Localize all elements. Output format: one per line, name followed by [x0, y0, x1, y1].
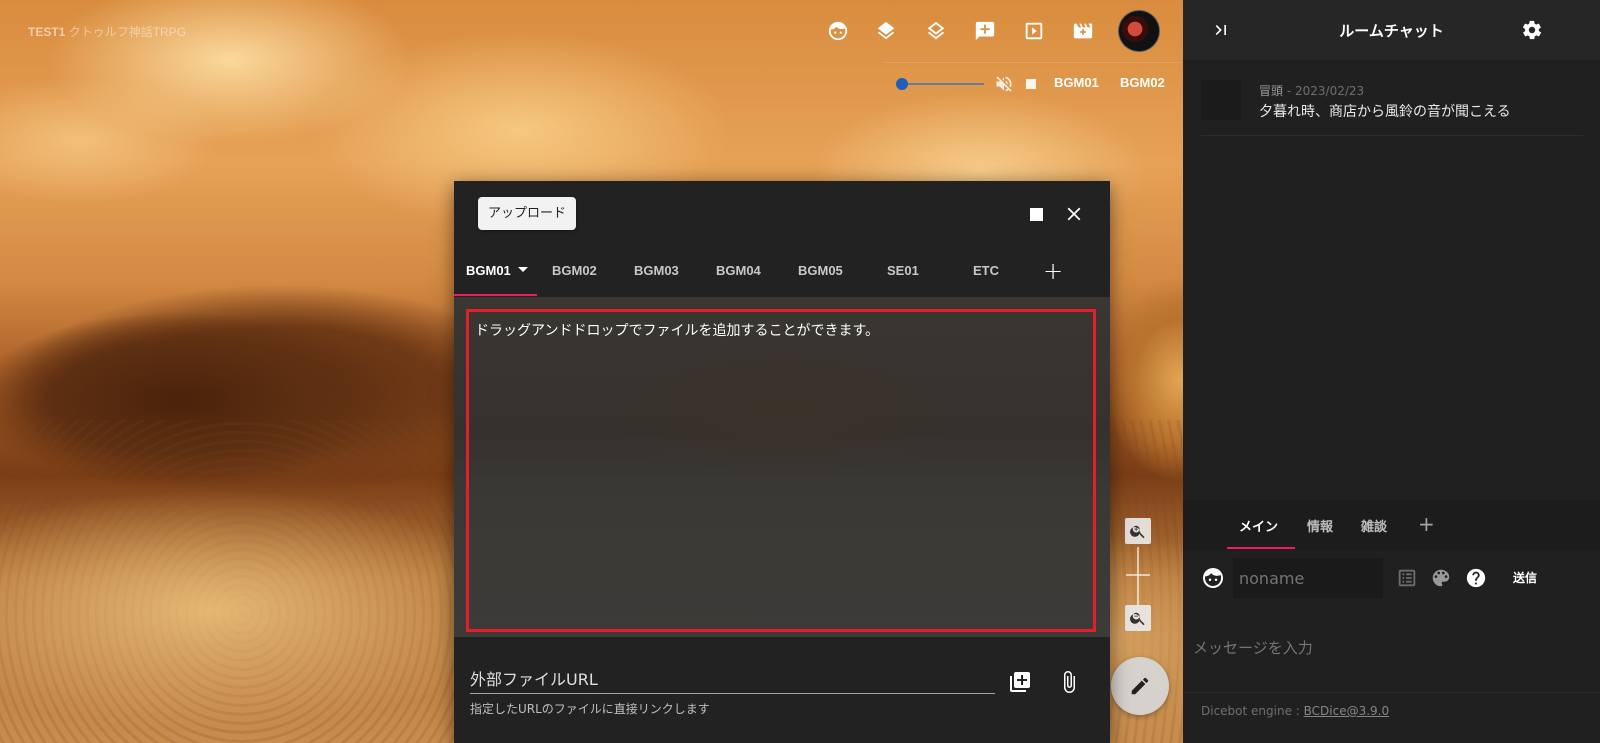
- close-icon[interactable]: [1063, 203, 1085, 225]
- gear-icon[interactable]: [1521, 19, 1543, 41]
- tab-etc[interactable]: ETC: [973, 263, 999, 278]
- zoom-in-button[interactable]: [1125, 518, 1151, 544]
- bgm-channel-2[interactable]: BGM02: [1120, 75, 1165, 90]
- character-name-field[interactable]: [1233, 558, 1383, 598]
- room-title: TEST1 クトゥルフ神話TRPG: [28, 23, 186, 40]
- room-chat-panel: ルームチャット 冒頭 - 2023/02/23 夕暮れ時、商店から風鈴の音が聞こ…: [1183, 0, 1600, 743]
- external-url-field[interactable]: [470, 666, 995, 694]
- volume-slider-knob[interactable]: [896, 78, 908, 90]
- user-avatar[interactable]: [1118, 10, 1160, 52]
- message-header: 冒頭 - 2023/02/23: [1259, 82, 1364, 99]
- room-name: クトゥルフ神話TRPG: [68, 25, 187, 39]
- message-text: 夕暮れ時、商店から風鈴の音が聞こえる: [1259, 104, 1511, 120]
- stop-icon[interactable]: [1026, 79, 1036, 89]
- bgm-bar-divider: [884, 62, 1182, 63]
- add-tab-button[interactable]: +: [1043, 257, 1063, 285]
- upload-button[interactable]: アップロード: [478, 197, 577, 230]
- tab-bgm05[interactable]: BGM05: [798, 263, 843, 278]
- chat-tab-main[interactable]: メイン: [1239, 516, 1278, 535]
- chat-header: ルームチャット: [1183, 0, 1600, 60]
- room-id: TEST1: [28, 25, 66, 39]
- tab-bgm03[interactable]: BGM03: [634, 263, 679, 278]
- zoom-out-button[interactable]: [1125, 605, 1151, 631]
- dicebot-version-link[interactable]: BCDice@3.9.0: [1304, 704, 1390, 718]
- tab-bgm02[interactable]: BGM02: [552, 263, 597, 278]
- chat-tab-indicator: [1227, 547, 1295, 549]
- edit-fab-button[interactable]: [1111, 657, 1169, 715]
- list-icon[interactable]: [1396, 567, 1418, 589]
- help-icon[interactable]: [1465, 567, 1487, 589]
- chat-message: 冒頭 - 2023/02/23 夕暮れ時、商店から風鈴の音が聞こえる: [1201, 80, 1583, 136]
- message-sender: 冒頭: [1259, 84, 1284, 98]
- message-date: 2023/02/23: [1295, 84, 1365, 98]
- drop-hint-text: ドラッグアンドドロップでファイルを追加することができます。: [475, 323, 880, 339]
- message-input[interactable]: [1193, 608, 1590, 688]
- chat-tab-bar: メイン 情報 雑談 +: [1183, 500, 1600, 550]
- face-icon[interactable]: [1201, 566, 1225, 590]
- attach-file-icon[interactable]: [1057, 670, 1081, 694]
- file-drop-zone[interactable]: ドラッグアンドドロップでファイルを追加することができます。: [466, 309, 1096, 632]
- tab-indicator: [454, 294, 537, 296]
- bgm-tab-bar: BGM01 BGM02 BGM03 BGM04 BGM05 SE01 ETC +: [454, 251, 1110, 297]
- chat-footer: Dicebot engine : BCDice@3.9.0: [1183, 692, 1600, 743]
- tab-se01[interactable]: SE01: [887, 263, 919, 278]
- slideshow-icon[interactable]: [1021, 18, 1047, 44]
- add-to-library-icon[interactable]: [1008, 670, 1032, 694]
- volume-off-icon[interactable]: [994, 74, 1014, 94]
- zoom-slider-tick[interactable]: [1126, 574, 1150, 576]
- tab-bgm01[interactable]: BGM01: [466, 263, 528, 278]
- message-separator: -: [1286, 84, 1295, 98]
- url-help-text: 指定したURLのファイルに直接リンクします: [470, 702, 710, 716]
- dicebot-label: Dicebot engine :: [1201, 704, 1304, 718]
- pencil-icon: [1131, 677, 1149, 695]
- bgm-bar: BGM01 BGM02: [884, 62, 1182, 106]
- movie-icon[interactable]: [1070, 18, 1096, 44]
- tab-bgm01-label: BGM01: [466, 263, 511, 278]
- add-chat-tab-button[interactable]: +: [1418, 512, 1435, 536]
- volume-slider-track[interactable]: [902, 83, 984, 85]
- bgm-channel-1[interactable]: BGM01: [1054, 75, 1099, 90]
- send-button[interactable]: 送信: [1513, 569, 1537, 586]
- dicebot-info: Dicebot engine : BCDice@3.9.0: [1201, 704, 1389, 718]
- bgm-dialog: アップロード BGM01 BGM02 BGM03 BGM04 BGM05 SE0…: [454, 181, 1110, 743]
- maximize-icon[interactable]: [1030, 208, 1043, 221]
- zoom-slider-line[interactable]: [1137, 547, 1139, 605]
- chat-tab-chatter[interactable]: 雑談: [1361, 516, 1387, 535]
- palette-icon[interactable]: [1430, 567, 1452, 589]
- layers-filled-icon[interactable]: [873, 18, 899, 44]
- message-avatar: [1201, 80, 1241, 120]
- character-face-icon[interactable]: [825, 18, 851, 44]
- add-comment-icon[interactable]: [972, 18, 998, 44]
- chat-tab-info[interactable]: 情報: [1307, 516, 1333, 535]
- dropdown-caret-icon[interactable]: [517, 267, 528, 273]
- zoom-in-icon: [1130, 525, 1145, 539]
- tab-bgm04[interactable]: BGM04: [716, 263, 761, 278]
- layers-outline-icon[interactable]: [923, 18, 949, 44]
- zoom-out-icon: [1130, 612, 1145, 626]
